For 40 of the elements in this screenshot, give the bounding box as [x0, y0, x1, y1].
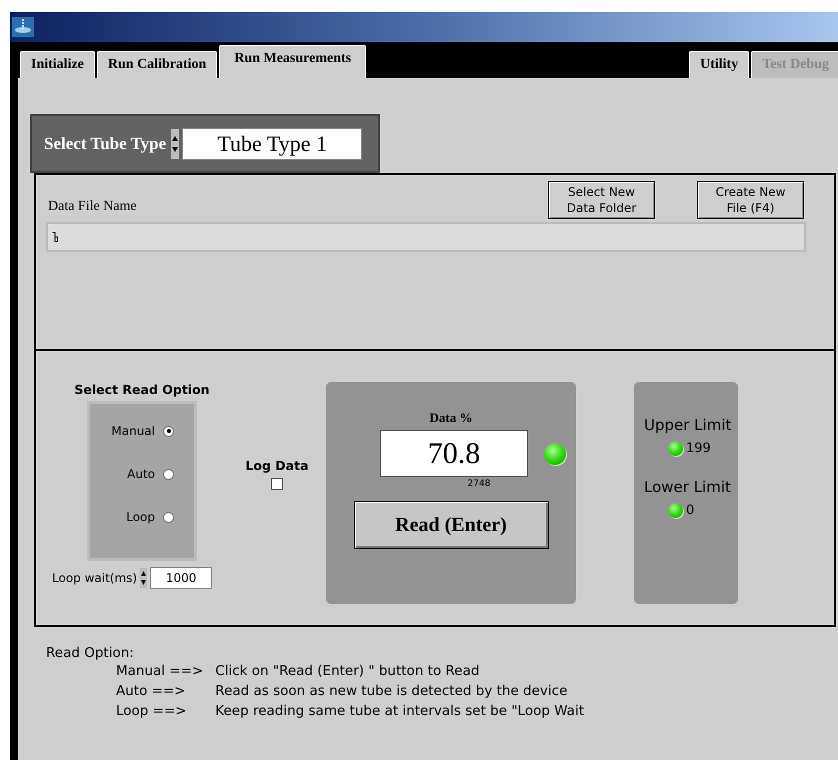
limit-label: Upper Limit [644, 416, 732, 434]
tube-type-field[interactable]: Tube Type 1 [182, 128, 362, 160]
raw-value: 2748 [468, 479, 490, 489]
read-button[interactable]: Read (Enter) [354, 501, 548, 549]
file-button[interactable]: Select New Data Folder [548, 181, 655, 219]
radio-label: Auto [127, 467, 155, 481]
data-label: Data % [430, 410, 472, 426]
limit-value: 199 [686, 441, 711, 456]
path-field[interactable] [46, 222, 806, 252]
radio-button[interactable] [163, 468, 174, 480]
data-value-field: 70.8 [380, 430, 528, 477]
help-option: Auto ==> [116, 681, 204, 701]
limit-value: 0 [686, 503, 694, 518]
data-file-label: Data File Name [48, 199, 137, 215]
tab[interactable]: Run Measurements [219, 45, 366, 78]
help-text: Keep reading same tube at intervals set be "Loop Wait [215, 702, 584, 721]
checkbox[interactable] [271, 478, 283, 490]
help-text: Read as soon as new tube is detected by the device [215, 682, 568, 701]
help-title: Read Option: [46, 645, 135, 661]
tab[interactable]: Utility [689, 51, 750, 78]
tab[interactable]: Run Calibration [96, 51, 218, 78]
limit-label: Lower Limit [644, 478, 731, 496]
help-option: Manual ==> [116, 661, 204, 681]
spinner-icon[interactable] [140, 568, 148, 588]
log-data-label: Log Data [245, 458, 309, 473]
loop-wait-field[interactable]: 1000 [150, 567, 212, 589]
app-icon [12, 17, 34, 37]
spinner-icon[interactable] [171, 128, 180, 158]
tube-type-label: Select Tube Type [44, 134, 166, 154]
loop-wait-label: Loop wait(ms) [52, 571, 138, 585]
path-icon [52, 232, 58, 242]
radio-label: Loop [126, 510, 155, 524]
radio-button[interactable] [163, 512, 174, 522]
radio-button[interactable] [163, 426, 174, 436]
read-option-title: Select Read Option [74, 382, 210, 397]
radio-label: Manual [111, 424, 155, 438]
file-button[interactable]: Create New File (F4) [697, 181, 804, 219]
help-text: Click on "Read (Enter) " button to Read [215, 662, 480, 681]
tab[interactable]: Initialize [20, 51, 95, 78]
help-option: Loop ==> [116, 701, 204, 721]
